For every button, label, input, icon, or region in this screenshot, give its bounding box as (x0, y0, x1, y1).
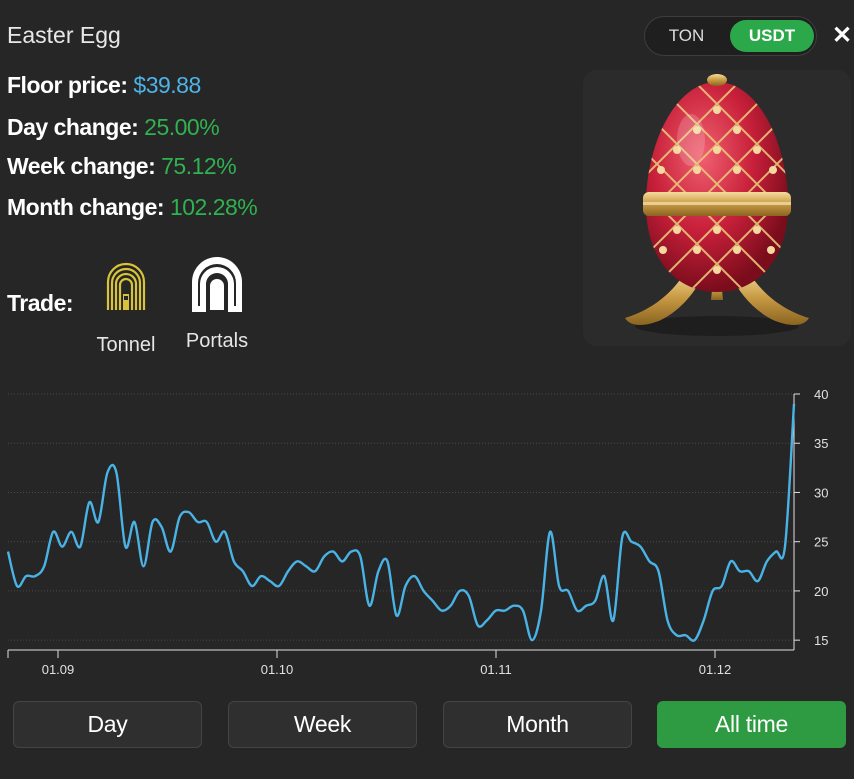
y-tick-label: 30 (814, 485, 828, 500)
day-change-value: 25.00% (144, 114, 220, 140)
day-change-row: Day change: 25.00% (7, 114, 220, 141)
range-button-month[interactable]: Month (443, 701, 632, 748)
market-tonnel[interactable]: Tonnel (90, 258, 162, 357)
market-tonnel-label: Tonnel (96, 334, 156, 356)
price-chart: 15 20 25 30 35 40 01.09 01.10 01.11 01.12 (0, 380, 854, 680)
close-icon[interactable]: ✕ (832, 24, 854, 48)
y-tick-label: 20 (814, 584, 828, 599)
y-tick-label: 40 (814, 387, 828, 402)
easter-egg-image (583, 70, 851, 346)
currency-toggle[interactable]: TON USDT (644, 16, 817, 56)
y-tick-label: 35 (814, 436, 828, 451)
tonnel-logo-icon (106, 262, 146, 310)
x-tick-label: 01.12 (699, 662, 732, 677)
market-portals-label: Portals (185, 330, 249, 352)
price-series-line (6, 403, 796, 642)
y-tick-label: 25 (814, 535, 828, 550)
range-button-all-time[interactable]: All time (657, 701, 846, 748)
day-change-label: Day change: (7, 114, 139, 140)
currency-option-usdt[interactable]: USDT (730, 20, 814, 52)
week-change-row: Week change: 75.12% (7, 153, 237, 180)
x-tick-label: 01.10 (261, 662, 294, 677)
week-change-value: 75.12% (161, 153, 237, 179)
range-button-week[interactable]: Week (228, 701, 417, 748)
week-change-label: Week change: (7, 153, 156, 179)
range-button-day[interactable]: Day (13, 701, 202, 748)
trade-label: Trade: (7, 290, 74, 316)
market-portals[interactable]: Portals (178, 252, 256, 353)
floor-price-value: $39.88 (133, 72, 201, 98)
currency-option-ton[interactable]: TON (648, 20, 725, 52)
collection-title: Easter Egg (7, 22, 121, 48)
x-tick-label: 01.09 (42, 662, 75, 677)
price-chart-svg: 15 20 25 30 35 40 01.09 01.10 01.11 01.12 (6, 387, 828, 677)
portals-logo-icon (192, 257, 242, 312)
month-change-row: Month change: 102.28% (7, 194, 258, 221)
x-tick-label: 01.11 (480, 662, 512, 677)
floor-price-row: Floor price: $39.88 (7, 72, 201, 99)
month-change-label: Month change: (7, 194, 165, 220)
month-change-value: 102.28% (169, 194, 258, 220)
floor-price-label: Floor price: (7, 72, 128, 98)
y-tick-label: 15 (814, 633, 828, 648)
